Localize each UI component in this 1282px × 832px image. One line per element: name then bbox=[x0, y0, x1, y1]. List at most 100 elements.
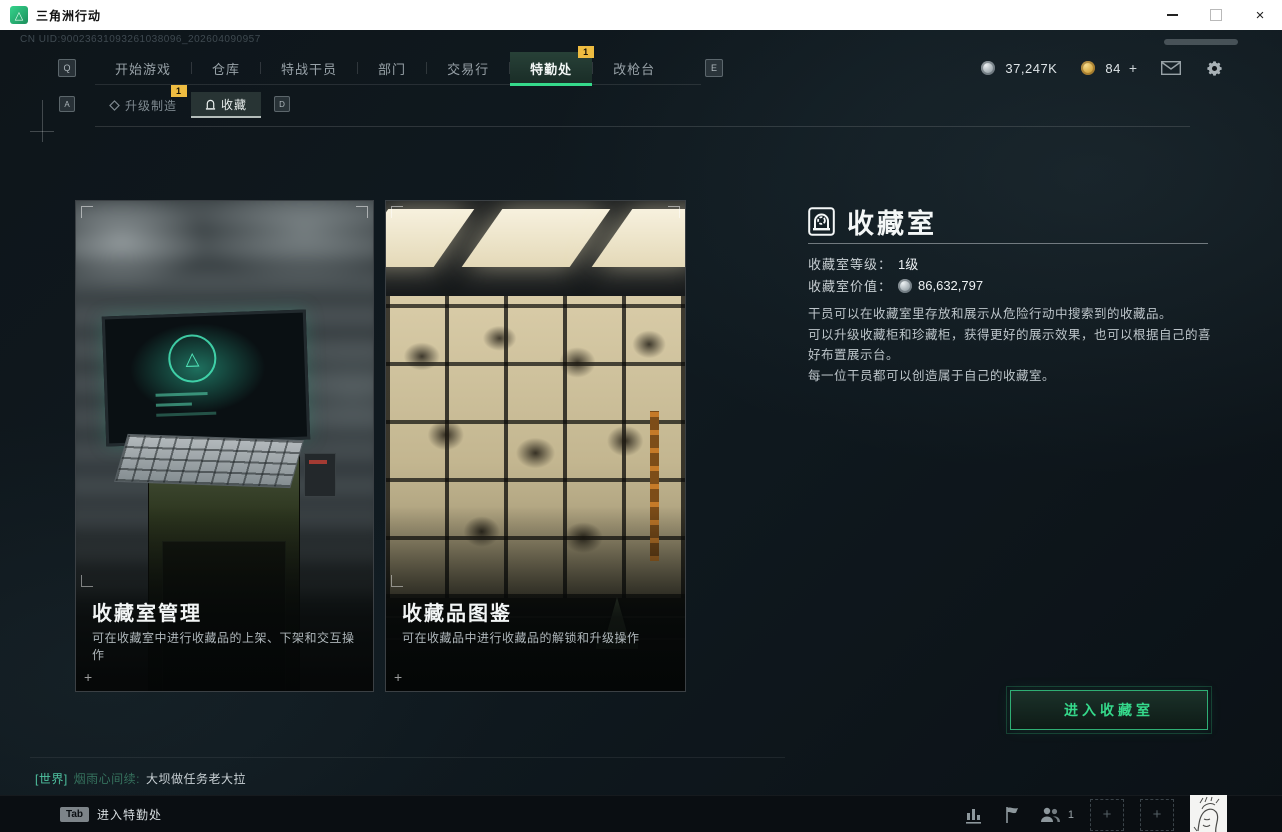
invite-slot-button[interactable]: + bbox=[1140, 799, 1174, 831]
card-description: 可在收藏品中进行收藏品的解锁和升级操作 bbox=[402, 629, 677, 646]
decorative-crosshair-v bbox=[42, 100, 43, 142]
subtab-upgrade-craft[interactable]: 升级制造 1 bbox=[95, 92, 191, 118]
app-logo-icon: △ bbox=[10, 6, 28, 24]
bottom-bar: Tab 进入特勤处 1 + + bbox=[0, 795, 1282, 832]
card-title: 收藏室管理 bbox=[92, 597, 202, 626]
card-description: 可在收藏室中进行收藏品的上架、下架和交互操作 bbox=[92, 629, 365, 663]
team-button[interactable] bbox=[1038, 806, 1062, 824]
chat-divider bbox=[30, 757, 785, 758]
tab-start-game[interactable]: 开始游戏 bbox=[95, 52, 191, 84]
subtab-label: 收藏 bbox=[221, 96, 247, 113]
enter-special-ops-shortcut[interactable]: Tab 进入特勤处 bbox=[60, 796, 162, 832]
gold-currency-value: 84 bbox=[1105, 61, 1120, 76]
craft-icon bbox=[109, 100, 120, 111]
window-title: 三角洲行动 bbox=[36, 7, 101, 24]
report-button[interactable] bbox=[1002, 805, 1022, 825]
notification-badge: 1 bbox=[171, 85, 187, 97]
subnav-left-keyhint: A bbox=[59, 96, 75, 112]
level-value: 1级 bbox=[898, 254, 918, 273]
level-label: 收藏室等级： bbox=[808, 254, 892, 273]
team-count: 1 bbox=[1068, 809, 1074, 821]
tab-label: 开始游戏 bbox=[115, 59, 171, 78]
decorative-pill bbox=[1164, 39, 1238, 45]
art-laptop-screen: △ bbox=[102, 309, 310, 446]
content-divider bbox=[95, 126, 1190, 127]
bar-chart-icon bbox=[964, 805, 986, 825]
card-collection-management[interactable]: △ 收藏室管理 可在收藏室中进行收藏品的上架、下架和交互操作 + bbox=[75, 200, 374, 692]
tab-warehouse[interactable]: 仓库 bbox=[192, 52, 260, 84]
nav-right-keyhint: E bbox=[705, 59, 723, 77]
main-nav: 开始游戏 仓库 特战干员 部门 交易行 特勤处 1 改枪台 bbox=[95, 52, 701, 85]
chat-message: 大坝做任务老大拉 bbox=[146, 770, 246, 787]
corner-bracket bbox=[668, 206, 680, 218]
gold-coin-icon bbox=[1081, 61, 1095, 75]
tab-label: 仓库 bbox=[212, 59, 240, 78]
mail-button[interactable] bbox=[1161, 61, 1181, 75]
corner-bracket bbox=[81, 206, 93, 218]
collection-room-icon bbox=[808, 207, 835, 236]
enter-collection-room-button[interactable]: 进入收藏室 bbox=[1010, 690, 1208, 730]
tab-market[interactable]: 交易行 bbox=[427, 52, 509, 84]
team-icon bbox=[1038, 806, 1062, 824]
corner-bracket bbox=[356, 206, 368, 218]
tab-department[interactable]: 部门 bbox=[358, 52, 426, 84]
chat-username: 烟雨心间续: bbox=[74, 770, 140, 787]
plus-marker: + bbox=[394, 669, 402, 685]
panel-divider bbox=[808, 243, 1208, 244]
tab-gunsmith[interactable]: 改枪台 bbox=[593, 52, 675, 84]
tab-label: 特战干员 bbox=[281, 59, 337, 78]
plus-icon: + bbox=[1153, 806, 1162, 823]
corner-bracket bbox=[81, 575, 93, 587]
sub-nav: 升级制造 1 收藏 bbox=[95, 92, 261, 118]
subtab-collection[interactable]: 收藏 bbox=[191, 92, 261, 118]
window-titlebar: △ 三角洲行动 × bbox=[0, 0, 1282, 30]
minimize-icon bbox=[1167, 14, 1178, 16]
collection-room-description: 干员可以在收藏室里存放和展示从危险行动中搜索到的收藏品。 可以升级收藏柜和珍藏柜… bbox=[808, 304, 1212, 387]
tab-operators[interactable]: 特战干员 bbox=[261, 52, 357, 84]
invite-slot-button[interactable]: + bbox=[1090, 799, 1124, 831]
enter-special-ops-label: 进入特勤处 bbox=[97, 806, 162, 823]
collection-value-row: 收藏室价值： 86,632,797 bbox=[808, 276, 983, 295]
card-title: 收藏品图鉴 bbox=[402, 597, 512, 626]
plus-marker: + bbox=[84, 669, 92, 685]
stats-button[interactable] bbox=[964, 805, 986, 825]
subtab-label: 升级制造 bbox=[125, 97, 177, 114]
art-side-gadget bbox=[304, 453, 336, 497]
page-title: 收藏室 bbox=[847, 202, 937, 241]
card-collection-catalog[interactable]: 收藏品图鉴 可在收藏品中进行收藏品的解锁和升级操作 + bbox=[385, 200, 686, 692]
maximize-button[interactable] bbox=[1194, 0, 1238, 30]
notification-badge: 1 bbox=[578, 46, 594, 58]
value-label: 收藏室价值： bbox=[808, 276, 892, 295]
flag-icon bbox=[1002, 805, 1022, 825]
maximize-icon bbox=[1210, 9, 1222, 21]
enter-button-label: 进入收藏室 bbox=[1064, 700, 1154, 720]
silver-coin-icon bbox=[981, 61, 995, 75]
add-currency-button[interactable]: + bbox=[1129, 60, 1137, 76]
window-controls: × bbox=[1150, 0, 1282, 30]
nav-left-keyhint: Q bbox=[58, 59, 76, 77]
tab-label: 部门 bbox=[378, 59, 406, 78]
tab-keyhint: Tab bbox=[60, 807, 89, 822]
collection-level-row: 收藏室等级： 1级 bbox=[808, 254, 918, 273]
logo-glyph: △ bbox=[15, 9, 23, 22]
game-screen: CN UID:90023631093261038096_202604090957… bbox=[0, 30, 1282, 832]
close-button[interactable]: × bbox=[1238, 0, 1282, 30]
art-ceiling bbox=[386, 201, 685, 296]
chat-message-row[interactable]: [世界] 烟雨心间续: 大坝做任务老大拉 bbox=[35, 770, 246, 787]
player-avatar[interactable] bbox=[1190, 795, 1227, 832]
art-light-panel bbox=[462, 209, 611, 267]
art-laptop-keyboard bbox=[114, 434, 304, 488]
silver-coin-icon bbox=[898, 279, 912, 293]
mail-icon bbox=[1161, 61, 1181, 75]
corner-bracket bbox=[391, 575, 403, 587]
settings-button[interactable] bbox=[1205, 59, 1224, 78]
decorative-crosshair-h bbox=[30, 131, 54, 132]
tab-special-ops[interactable]: 特勤处 1 bbox=[510, 52, 592, 84]
subnav-right-keyhint: D bbox=[274, 96, 290, 112]
topbar-right: 37,247K 84 + bbox=[981, 52, 1224, 84]
minimize-button[interactable] bbox=[1150, 0, 1194, 30]
silver-currency-value: 37,247K bbox=[1005, 61, 1057, 76]
uid-text: CN UID:90023631093261038096_202604090957 bbox=[20, 34, 261, 45]
corner-bracket bbox=[391, 206, 403, 218]
avatar-sketch bbox=[1190, 795, 1227, 832]
